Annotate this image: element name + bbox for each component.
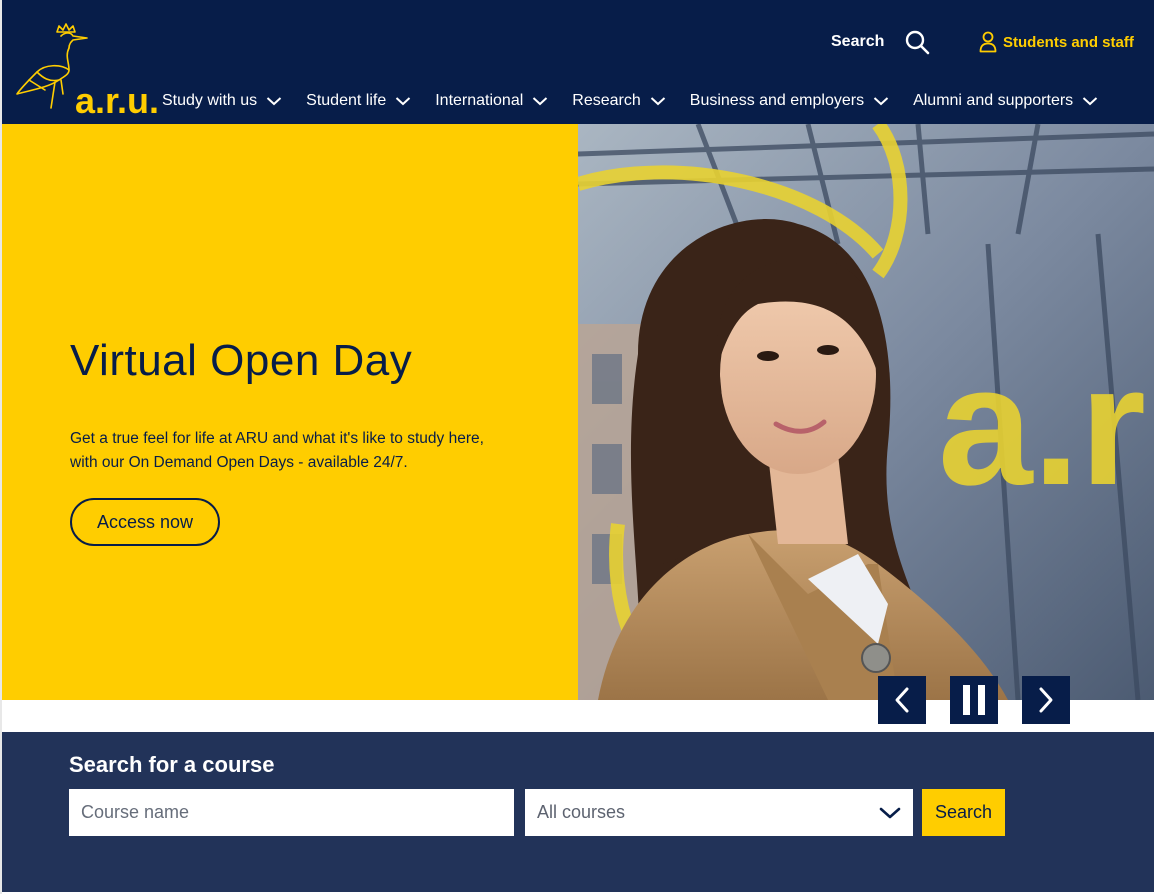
chevron-left-icon bbox=[895, 687, 909, 713]
site-header: a.r.u. Search Students and staff Study w… bbox=[2, 0, 1154, 124]
nav-item-business-and-employers[interactable]: Business and employers bbox=[690, 92, 889, 110]
nav-item-label: International bbox=[435, 92, 524, 109]
chevron-down-icon bbox=[266, 97, 282, 106]
hero-description: Get a true feel for life at ARU and what… bbox=[70, 430, 484, 471]
carousel-prev-button[interactable] bbox=[878, 676, 926, 724]
nav-item-student-life[interactable]: Student life bbox=[306, 92, 411, 110]
chevron-down-icon bbox=[396, 97, 411, 106]
search-icon bbox=[906, 30, 930, 55]
pause-icon bbox=[963, 685, 985, 715]
header-search-label: Search bbox=[831, 33, 885, 50]
nav-item-alumni-and-supporters[interactable]: Alumni and supporters bbox=[913, 92, 1098, 110]
course-search-title: Search for a course bbox=[69, 752, 275, 777]
nav-item-label: Business and employers bbox=[689, 92, 865, 109]
header-search-button[interactable]: Search bbox=[831, 29, 930, 55]
chevron-down-icon bbox=[650, 97, 665, 106]
nav-item-label: Student life bbox=[306, 92, 387, 109]
course-search-button[interactable]: Search bbox=[922, 789, 1005, 836]
course-type-select-value: All courses bbox=[537, 802, 626, 822]
students-and-staff-link[interactable]: Students and staff bbox=[979, 29, 1134, 55]
nav-item-study-with-us[interactable]: Study with us bbox=[162, 92, 282, 110]
access-now-button[interactable]: Access now bbox=[70, 498, 220, 546]
course-search-panel: Search for a course All courses Search bbox=[2, 732, 1154, 892]
user-icon bbox=[979, 31, 997, 53]
chevron-down-icon bbox=[879, 807, 901, 818]
hero-title: Virtual Open Day bbox=[70, 336, 413, 385]
students-and-staff-label: Students and staff bbox=[1003, 33, 1134, 51]
chevron-down-icon bbox=[873, 97, 889, 106]
svg-text:a.r: a.r bbox=[938, 331, 1146, 521]
main-nav: Study with us Student life International… bbox=[162, 87, 1098, 115]
aru-logo[interactable]: a.r.u. bbox=[15, 16, 159, 119]
student-photo-illustration: a.r bbox=[578, 124, 1154, 700]
nav-item-label: Alumni and supporters bbox=[913, 92, 1074, 109]
chevron-down-icon bbox=[533, 97, 548, 106]
nav-item-label: Study with us bbox=[162, 92, 258, 109]
course-type-select[interactable]: All courses bbox=[525, 789, 913, 836]
nav-item-international[interactable]: International bbox=[435, 92, 548, 110]
course-name-input[interactable] bbox=[69, 789, 514, 836]
chevron-down-icon bbox=[1082, 97, 1098, 106]
nav-item-label: Research bbox=[572, 92, 641, 109]
nav-item-research[interactable]: Research bbox=[572, 92, 665, 110]
carousel-pause-button[interactable] bbox=[950, 676, 998, 724]
carousel-next-button[interactable] bbox=[1022, 676, 1070, 724]
chevron-right-icon bbox=[1039, 687, 1053, 713]
hero-photo: a.r bbox=[578, 124, 1154, 700]
hero-panel: Virtual Open Day Get a true feel for lif… bbox=[2, 124, 578, 700]
logo-wordmark: a.r.u. bbox=[75, 80, 160, 121]
